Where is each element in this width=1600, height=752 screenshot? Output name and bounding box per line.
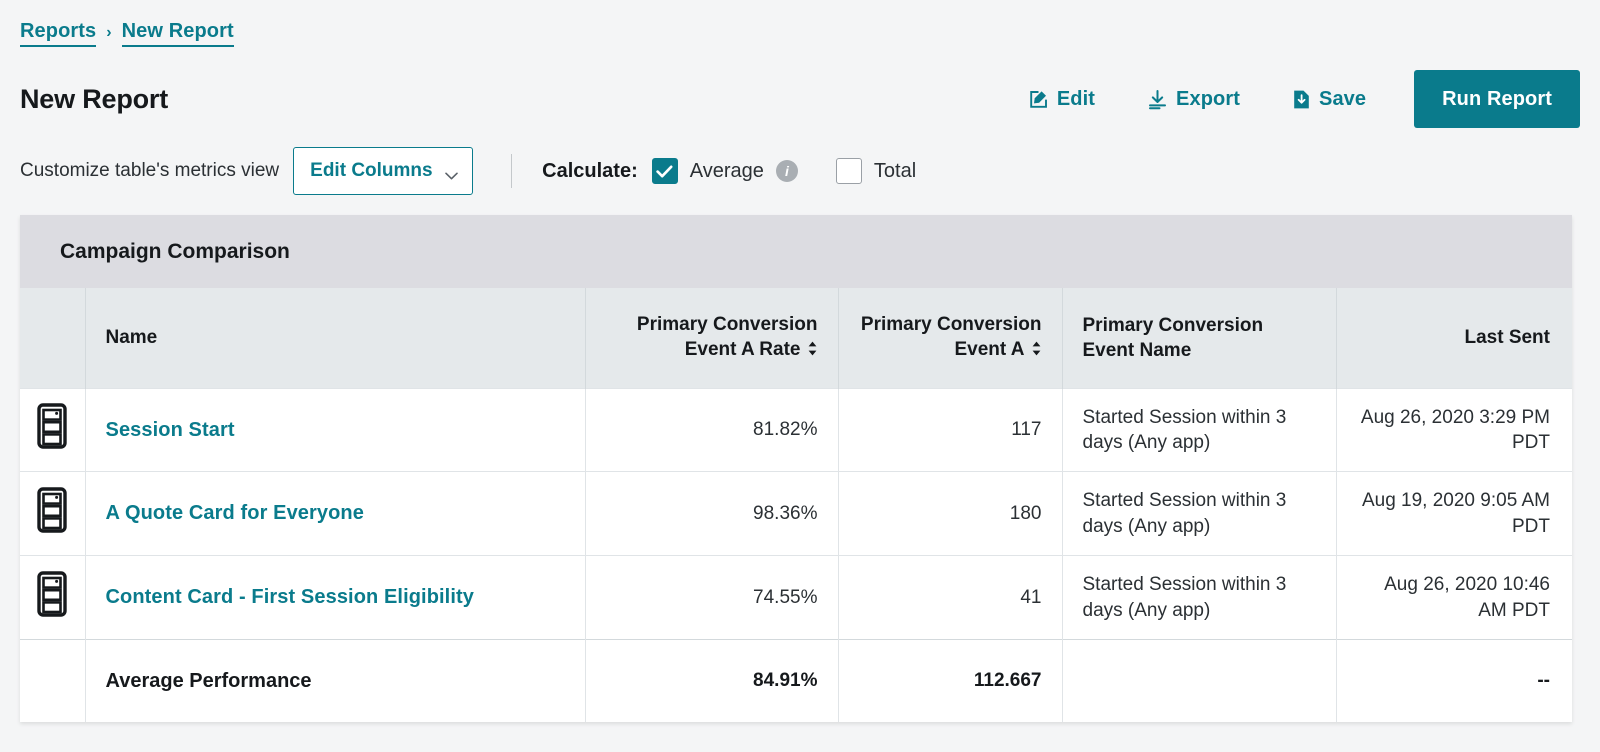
sort-arrows-icon[interactable]	[1031, 338, 1042, 363]
content-card-icon	[37, 487, 67, 538]
breadcrumb-link-reports[interactable]: Reports	[20, 20, 97, 47]
table-head: Name Primary Conversion Event A Rate Pri…	[20, 288, 1572, 388]
row-count-cell: 117	[838, 387, 1063, 472]
average-label: Average	[689, 159, 764, 182]
summary-label: Average Performance	[85, 639, 586, 722]
card-title: Campaign Comparison	[60, 239, 290, 263]
column-header-rate[interactable]: Primary Conversion Event A Rate	[585, 288, 839, 388]
row-rate-cell: 81.82%	[585, 387, 839, 472]
calculate-label: Calculate:	[542, 159, 638, 182]
edit-button[interactable]: Edit	[1002, 80, 1121, 119]
row-rate-cell: 98.36%	[585, 471, 839, 556]
save-button-label: Save	[1319, 87, 1367, 110]
campaign-link[interactable]: A Quote Card for Everyone	[106, 502, 364, 524]
column-header-last-sent: Last Sent	[1336, 288, 1572, 388]
row-last-sent-cell: Aug 26, 2020 10:46 AM PDT	[1336, 555, 1572, 640]
table-body: Session Start 81.82% 117 Started Session…	[20, 387, 1572, 722]
content-card-icon	[37, 571, 67, 622]
row-last-sent-cell: Aug 26, 2020 3:29 PM PDT	[1336, 387, 1572, 472]
save-button[interactable]: Save	[1266, 80, 1392, 119]
row-name-cell: Session Start	[85, 387, 586, 472]
breadcrumb: Reports › New Report	[20, 20, 234, 47]
total-checkbox-group: Total	[835, 158, 917, 184]
total-label: Total	[873, 159, 917, 182]
column-header-name-label: Name	[105, 327, 158, 349]
content-card-icon	[37, 403, 67, 454]
sort-arrows-icon[interactable]	[807, 338, 818, 363]
row-event-cell: Started Session within 3 days (Any app)	[1062, 471, 1337, 556]
summary-count-cell: 112.667	[838, 639, 1063, 722]
total-checkbox[interactable]	[835, 158, 862, 184]
column-header-last-sent-label: Last Sent	[1464, 327, 1550, 349]
summary-icon-cell	[20, 639, 86, 722]
column-header-event-name-label: Primary Conversion Event Name	[1082, 314, 1264, 361]
average-checkbox-group: Average i	[651, 158, 798, 184]
campaign-link[interactable]: Content Card - First Session Eligibility	[106, 586, 474, 608]
table-header-row: Name Primary Conversion Event A Rate Pri…	[20, 288, 1572, 388]
edit-columns-label: Edit Columns	[310, 160, 433, 181]
column-header-count[interactable]: Primary Conversion Event A	[838, 288, 1063, 388]
export-button-label: Export	[1176, 87, 1240, 110]
breadcrumb-link-new-report[interactable]: New Report	[121, 20, 234, 47]
summary-row: Average Performance 84.91% 112.667 --	[20, 639, 1572, 722]
table-row: A Quote Card for Everyone 98.36% 180 Sta…	[20, 471, 1572, 556]
campaign-comparison-table: Name Primary Conversion Event A Rate Pri…	[20, 288, 1572, 722]
column-header-event-name: Primary Conversion Event Name	[1062, 288, 1337, 388]
row-rate-cell: 74.55%	[585, 555, 839, 640]
row-name-cell: Content Card - First Session Eligibility	[85, 555, 586, 640]
row-icon-cell	[20, 471, 86, 556]
page-title: New Report	[20, 83, 169, 114]
campaign-comparison-card: Campaign Comparison Name Primary Convers…	[20, 215, 1572, 722]
chevron-right-icon: ›	[106, 23, 112, 41]
row-event-cell: Started Session within 3 days (Any app)	[1062, 555, 1337, 640]
column-header-name: Name	[85, 288, 586, 388]
row-last-sent-cell: Aug 19, 2020 9:05 AM PDT	[1336, 471, 1572, 556]
toolbar-divider	[511, 154, 513, 188]
info-icon[interactable]: i	[775, 160, 798, 182]
column-header-count-label: Primary Conversion Event A	[860, 314, 1042, 361]
metrics-toolbar: Customize table's metrics view Edit Colu…	[20, 146, 916, 196]
summary-event-cell	[1062, 639, 1337, 722]
run-report-button[interactable]: Run Report	[1414, 70, 1580, 128]
page-header: New Report Edit Export Save Run Report	[0, 68, 1600, 130]
row-icon-cell	[20, 387, 86, 472]
edit-columns-dropdown[interactable]: Edit Columns	[293, 147, 474, 195]
row-icon-cell	[20, 555, 86, 640]
average-checkbox[interactable]	[651, 158, 678, 184]
edit-icon	[1028, 89, 1049, 110]
header-actions: Edit Export Save Run Report	[1002, 70, 1580, 128]
campaign-link[interactable]: Session Start	[106, 419, 235, 441]
download-icon	[1147, 89, 1168, 110]
edit-button-label: Edit	[1056, 87, 1096, 110]
report-page: Reports › New Report New Report Edit Exp…	[0, 0, 1600, 752]
row-count-cell: 180	[838, 471, 1063, 556]
save-icon	[1292, 89, 1311, 110]
column-header-icon	[20, 288, 86, 388]
row-name-cell: A Quote Card for Everyone	[85, 471, 586, 556]
card-header: Campaign Comparison	[20, 215, 1572, 288]
table-row: Content Card - First Session Eligibility…	[20, 555, 1572, 640]
customize-label: Customize table's metrics view	[20, 160, 280, 181]
row-count-cell: 41	[838, 555, 1063, 640]
summary-rate-cell: 84.91%	[585, 639, 839, 722]
row-event-cell: Started Session within 3 days (Any app)	[1062, 387, 1337, 472]
chevron-down-icon	[445, 167, 458, 180]
table-row: Session Start 81.82% 117 Started Session…	[20, 387, 1572, 472]
column-header-rate-label: Primary Conversion Event A Rate	[636, 314, 818, 361]
summary-last-sent-cell: --	[1336, 639, 1572, 722]
export-button[interactable]: Export	[1121, 80, 1266, 119]
